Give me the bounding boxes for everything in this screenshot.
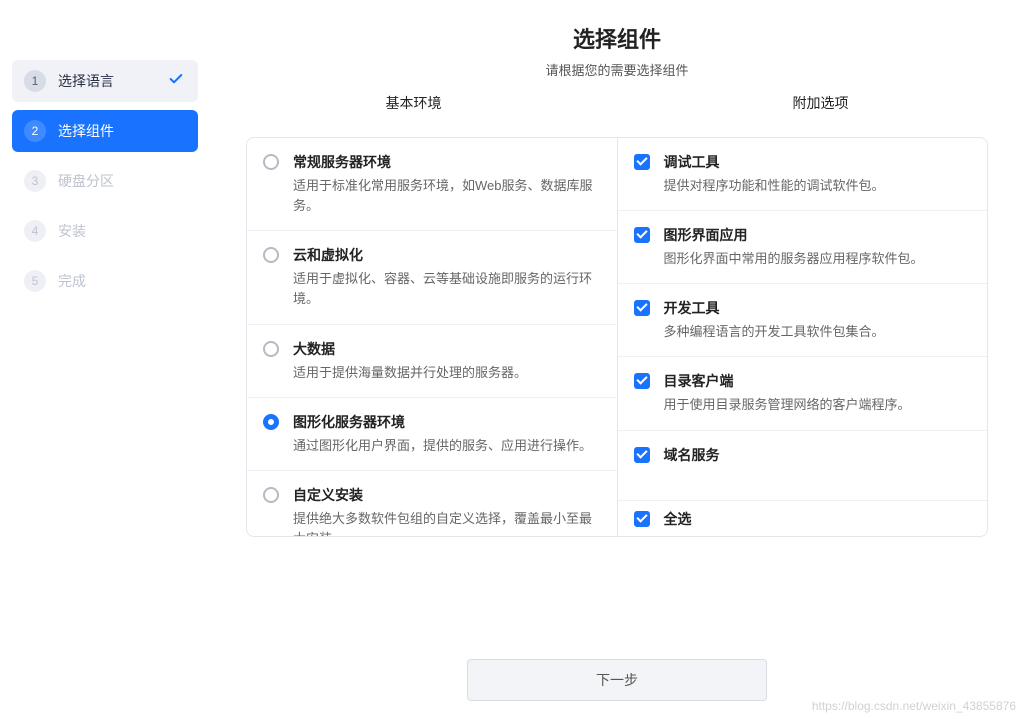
- checkbox-icon: [634, 154, 650, 170]
- option-title: 图形界面应用: [664, 225, 970, 245]
- wizard-sidebar: 1 选择语言 2 选择组件 3 硬盘分区 4 安装 5 完成: [0, 0, 210, 719]
- radio-icon: [263, 487, 279, 503]
- next-button[interactable]: 下一步: [467, 659, 767, 701]
- col-header-addon: 附加选项: [617, 93, 1024, 113]
- check-icon: [168, 71, 184, 92]
- addon-scroll[interactable]: 调试工具 提供对程序功能和性能的调试软件包。 图形界面应用 图形化界面中常用的服…: [618, 138, 988, 500]
- addon-option-dns[interactable]: 域名服务: [618, 431, 988, 483]
- step-number: 1: [24, 70, 46, 92]
- option-desc: 多种编程语言的开发工具软件包集合。: [664, 322, 970, 342]
- step-number: 3: [24, 170, 46, 192]
- checkbox-icon: [634, 373, 650, 389]
- option-desc: 用于使用目录服务管理网络的客户端程序。: [664, 395, 970, 415]
- checkbox-icon: [634, 511, 650, 527]
- checkbox-icon: [634, 447, 650, 463]
- addon-panel: 调试工具 提供对程序功能和性能的调试软件包。 图形界面应用 图形化界面中常用的服…: [618, 138, 988, 536]
- step-label: 选择组件: [58, 121, 114, 141]
- radio-icon: [263, 414, 279, 430]
- col-header-basic: 基本环境: [210, 93, 617, 113]
- option-desc: 提供对程序功能和性能的调试软件包。: [664, 176, 970, 196]
- step-number: 5: [24, 270, 46, 292]
- page-subtitle: 请根据您的需要选择组件: [210, 60, 1024, 79]
- basic-env-option-bigdata[interactable]: 大数据 适用于提供海量数据并行处理的服务器。: [247, 325, 617, 398]
- basic-env-option-custom[interactable]: 自定义安装 提供绝大多数软件包组的自定义选择，覆盖最小至最大安装。: [247, 471, 617, 536]
- step-number: 4: [24, 220, 46, 242]
- select-all-label: 全选: [664, 509, 692, 529]
- component-panels: 常规服务器环境 适用于标准化常用服务环境，如Web服务、数据库服务。 云和虚拟化…: [246, 137, 988, 537]
- basic-env-option-std-server[interactable]: 常规服务器环境 适用于标准化常用服务环境，如Web服务、数据库服务。: [247, 138, 617, 231]
- basic-env-option-cloud-virt[interactable]: 云和虚拟化 适用于虚拟化、容器、云等基础设施即服务的运行环境。: [247, 231, 617, 324]
- step-label: 选择语言: [58, 71, 114, 91]
- step-partition: 3 硬盘分区: [12, 160, 198, 202]
- select-all-row[interactable]: 全选: [618, 500, 988, 536]
- step-label: 安装: [58, 221, 86, 241]
- step-label: 完成: [58, 271, 86, 291]
- option-title: 自定义安装: [293, 485, 599, 505]
- option-title: 开发工具: [664, 298, 970, 318]
- footer: 下一步: [210, 643, 1024, 719]
- step-language[interactable]: 1 选择语言: [12, 60, 198, 102]
- basic-env-option-gui-server[interactable]: 图形化服务器环境 通过图形化用户界面，提供的服务、应用进行操作。: [247, 398, 617, 471]
- option-desc: 图形化界面中常用的服务器应用程序软件包。: [664, 249, 970, 269]
- option-title: 域名服务: [664, 445, 970, 465]
- step-finish: 5 完成: [12, 260, 198, 302]
- option-desc: 适用于标准化常用服务环境，如Web服务、数据库服务。: [293, 176, 599, 216]
- option-desc: 提供绝大多数软件包组的自定义选择，覆盖最小至最大安装。: [293, 509, 599, 536]
- addon-option-gui-app[interactable]: 图形界面应用 图形化界面中常用的服务器应用程序软件包。: [618, 211, 988, 284]
- radio-icon: [263, 341, 279, 357]
- addon-option-debug[interactable]: 调试工具 提供对程序功能和性能的调试软件包。: [618, 138, 988, 211]
- column-headers: 基本环境 附加选项: [210, 93, 1024, 113]
- checkbox-icon: [634, 300, 650, 316]
- basic-env-panel[interactable]: 常规服务器环境 适用于标准化常用服务环境，如Web服务、数据库服务。 云和虚拟化…: [247, 138, 618, 536]
- option-desc: 通过图形化用户界面，提供的服务、应用进行操作。: [293, 436, 599, 456]
- checkbox-icon: [634, 227, 650, 243]
- option-title: 目录客户端: [664, 371, 970, 391]
- option-title: 云和虚拟化: [293, 245, 599, 265]
- option-title: 图形化服务器环境: [293, 412, 599, 432]
- addon-option-devtools[interactable]: 开发工具 多种编程语言的开发工具软件包集合。: [618, 284, 988, 357]
- main-content: 选择组件 请根据您的需要选择组件 基本环境 附加选项 常规服务器环境 适用于标准…: [210, 0, 1024, 719]
- option-desc: 适用于虚拟化、容器、云等基础设施即服务的运行环境。: [293, 269, 599, 309]
- step-number: 2: [24, 120, 46, 142]
- step-components[interactable]: 2 选择组件: [12, 110, 198, 152]
- option-title: 常规服务器环境: [293, 152, 599, 172]
- page-title: 选择组件: [210, 22, 1024, 54]
- radio-icon: [263, 154, 279, 170]
- step-label: 硬盘分区: [58, 171, 114, 191]
- option-title: 调试工具: [664, 152, 970, 172]
- radio-icon: [263, 247, 279, 263]
- option-title: 大数据: [293, 339, 599, 359]
- step-install: 4 安装: [12, 210, 198, 252]
- addon-option-dir-client[interactable]: 目录客户端 用于使用目录服务管理网络的客户端程序。: [618, 357, 988, 430]
- option-desc: 适用于提供海量数据并行处理的服务器。: [293, 363, 599, 383]
